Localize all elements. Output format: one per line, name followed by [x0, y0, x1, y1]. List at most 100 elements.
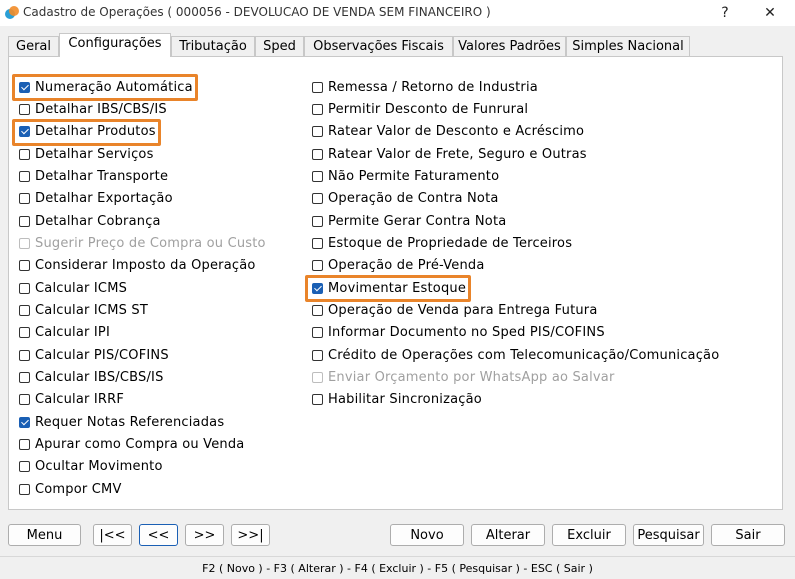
- checkbox[interactable]: [312, 237, 323, 249]
- tab-tributacao[interactable]: Tributação: [171, 36, 255, 56]
- checkbox[interactable]: [19, 416, 30, 428]
- novo-button[interactable]: Novo: [390, 524, 464, 546]
- pesquisar-button[interactable]: Pesquisar: [633, 524, 704, 546]
- checkbox[interactable]: [312, 282, 323, 294]
- option-label: Calcular ICMS: [35, 280, 128, 296]
- option-detalhar-exportacao[interactable]: Detalhar Exportação: [19, 189, 173, 209]
- option-ratear-valor-de-desconto-e-acrescimo[interactable]: Ratear Valor de Desconto e Acréscimo: [312, 122, 584, 142]
- sair-button[interactable]: Sair: [711, 524, 785, 546]
- option-habilitar-sincronizacao[interactable]: Habilitar Sincronização: [312, 390, 482, 410]
- tab-simples-nacional[interactable]: Simples Nacional: [566, 36, 690, 56]
- option-ratear-valor-de-frete-seguro-e-outras[interactable]: Ratear Valor de Frete, Seguro e Outras: [312, 144, 587, 164]
- close-button[interactable]: ✕: [757, 2, 783, 24]
- option-calcular-irrf[interactable]: Calcular IRRF: [19, 390, 124, 410]
- previous-record-button[interactable]: <<: [139, 524, 178, 546]
- option-calcular-ipi[interactable]: Calcular IPI: [19, 323, 110, 343]
- option-calcular-icms[interactable]: Calcular ICMS: [19, 278, 127, 298]
- checkbox[interactable]: [312, 126, 323, 138]
- option-label: Numeração Automática: [35, 79, 193, 95]
- option-detalhar-servicos[interactable]: Detalhar Serviços: [19, 144, 154, 164]
- option-label: Ratear Valor de Frete, Seguro e Outras: [328, 146, 587, 162]
- option-operacao-de-venda-para-entrega-futura[interactable]: Operação de Venda para Entrega Futura: [312, 301, 598, 321]
- checkbox[interactable]: [19, 349, 30, 361]
- option-label: Detalhar IBS/CBS/IS: [35, 101, 167, 117]
- help-button[interactable]: ?: [712, 2, 738, 24]
- checkbox[interactable]: [19, 394, 30, 406]
- checkbox[interactable]: [312, 305, 323, 316]
- checkbox[interactable]: [19, 193, 30, 205]
- checkbox[interactable]: [19, 372, 30, 384]
- checkbox[interactable]: [312, 327, 323, 339]
- menu-button[interactable]: Menu: [8, 524, 81, 546]
- option-permitir-desconto-de-funrural[interactable]: Permitir Desconto de Funrural: [312, 99, 528, 119]
- checkbox[interactable]: [19, 126, 30, 138]
- option-detalhar-ibs-cbs-is[interactable]: Detalhar IBS/CBS/IS: [19, 99, 167, 119]
- option-detalhar-cobranca[interactable]: Detalhar Cobrança: [19, 211, 161, 231]
- tab-valores-padroes[interactable]: Valores Padrões: [453, 36, 566, 56]
- checkbox[interactable]: [19, 148, 30, 160]
- option-informar-documento-no-sped-pis-cofins[interactable]: Informar Documento no Sped PIS/COFINS: [312, 323, 605, 343]
- shortcut-status-bar: F2 ( Novo ) - F3 ( Alterar ) - F4 ( Excl…: [0, 556, 795, 579]
- option-remessa-retorno-de-industria[interactable]: Remessa / Retorno de Industria: [312, 77, 538, 97]
- option-permite-gerar-contra-nota[interactable]: Permite Gerar Contra Nota: [312, 211, 506, 231]
- checkbox[interactable]: [19, 215, 30, 227]
- option-movimentar-estoque[interactable]: Movimentar Estoque: [312, 278, 466, 298]
- checkbox[interactable]: [312, 103, 323, 115]
- tab-sped[interactable]: Sped: [255, 36, 304, 56]
- checkbox[interactable]: [19, 483, 30, 495]
- tab-geral[interactable]: Geral: [8, 36, 59, 56]
- option-calcular-ibs-cbs-is[interactable]: Calcular IBS/CBS/IS: [19, 368, 164, 388]
- next-record-button[interactable]: >>: [185, 524, 224, 546]
- checkbox[interactable]: [19, 81, 30, 93]
- option-detalhar-produtos[interactable]: Detalhar Produtos: [19, 122, 156, 142]
- option-operacao-de-contra-nota[interactable]: Operação de Contra Nota: [312, 189, 499, 209]
- option-compor-cmv[interactable]: Compor CMV: [19, 479, 122, 499]
- option-numeracao-automatica[interactable]: Numeração Automática: [19, 77, 193, 97]
- checkbox[interactable]: [19, 170, 30, 182]
- checkbox[interactable]: [312, 394, 323, 406]
- option-calcular-icms-st[interactable]: Calcular ICMS ST: [19, 301, 148, 321]
- checkbox[interactable]: [312, 349, 323, 361]
- option-requer-notas-referenciadas[interactable]: Requer Notas Referenciadas: [19, 412, 224, 432]
- option-nao-permite-faturamento[interactable]: Não Permite Faturamento: [312, 166, 499, 186]
- option-estoque-de-propriedade-de-terceiros[interactable]: Estoque de Propriedade de Terceiros: [312, 233, 572, 253]
- option-label: Operação de Venda para Entrega Futura: [328, 303, 598, 318]
- tab-configuracoes[interactable]: Configurações: [59, 33, 171, 57]
- last-record-button[interactable]: >>|: [231, 524, 270, 546]
- checkbox[interactable]: [312, 193, 323, 205]
- checkbox[interactable]: [19, 305, 30, 316]
- checkbox[interactable]: [19, 260, 30, 272]
- option-label: Detalhar Produtos: [35, 124, 156, 140]
- tab-observacoes-fiscais[interactable]: Observações Fiscais: [304, 36, 453, 56]
- option-considerar-imposto-da-operacao[interactable]: Considerar Imposto da Operação: [19, 256, 256, 276]
- option-label: Remessa / Retorno de Industria: [328, 79, 538, 95]
- excluir-button[interactable]: Excluir: [552, 524, 626, 546]
- checkbox[interactable]: [312, 260, 323, 272]
- alterar-button[interactable]: Alterar: [471, 524, 545, 546]
- option-enviar-orcamento-por-whatsapp-ao-salvar: Enviar Orçamento por WhatsApp ao Salvar: [312, 368, 615, 388]
- option-label: Sugerir Preço de Compra ou Custo: [35, 235, 266, 251]
- option-label: Detalhar Transporte: [35, 168, 169, 184]
- option-apurar-como-compra-ou-venda[interactable]: Apurar como Compra ou Venda: [19, 435, 244, 455]
- option-detalhar-transporte[interactable]: Detalhar Transporte: [19, 166, 168, 186]
- option-ocultar-movimento[interactable]: Ocultar Movimento: [19, 457, 163, 477]
- option-credito-de-operacoes-com-telecomunicacao-comunicacao[interactable]: Crédito de Operações com Telecomunicação…: [312, 345, 719, 365]
- first-record-button[interactable]: |<<: [93, 524, 132, 546]
- option-operacao-de-pre-venda[interactable]: Operação de Pré-Venda: [312, 256, 485, 276]
- checkbox[interactable]: [312, 170, 323, 182]
- option-label: Detalhar Serviços: [35, 146, 154, 162]
- checkbox[interactable]: [19, 327, 30, 339]
- checkbox[interactable]: [312, 81, 323, 93]
- option-label: Habilitar Sincronização: [328, 392, 482, 408]
- option-calcular-pis-cofins[interactable]: Calcular PIS/COFINS: [19, 345, 169, 365]
- checkbox[interactable]: [312, 148, 323, 160]
- checkbox: [312, 372, 323, 384]
- checkbox[interactable]: [19, 103, 30, 115]
- checkbox[interactable]: [19, 461, 30, 473]
- checkbox[interactable]: [19, 439, 30, 451]
- title-bar: Cadastro de Operações ( 000056 - DEVOLUC…: [0, 0, 795, 26]
- option-label: Movimentar Estoque: [328, 280, 467, 296]
- option-label: Considerar Imposto da Operação: [35, 258, 256, 274]
- checkbox[interactable]: [19, 282, 30, 294]
- checkbox[interactable]: [312, 215, 323, 227]
